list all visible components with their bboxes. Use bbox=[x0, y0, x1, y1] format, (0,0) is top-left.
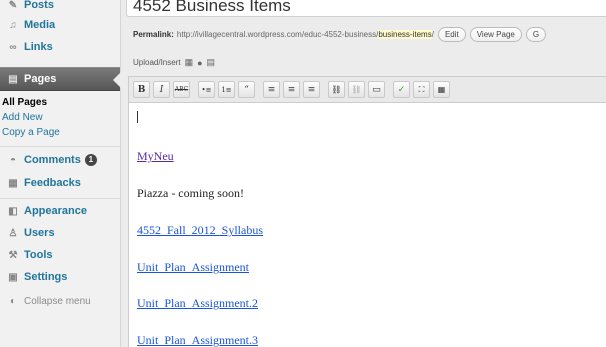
comment-icon: ◓ bbox=[9, 154, 17, 166]
settings-icon: ▣ bbox=[8, 271, 18, 283]
spellcheck-button[interactable]: ✓ bbox=[393, 81, 410, 98]
insert-more-button[interactable]: ▭ bbox=[368, 81, 385, 98]
editor-link-unit-plan-3[interactable]: Unit_Plan_Assignment.3 bbox=[137, 333, 258, 347]
sidebar-item-feedbacks[interactable]: ▦ Feedbacks bbox=[0, 173, 120, 193]
admin-sidebar: ✎ Posts ♫ Media ∞ Links ▤ Pages All Page… bbox=[0, 0, 121, 347]
sidebar-item-pages[interactable]: ▤ Pages bbox=[0, 67, 121, 91]
sidebar-item-users[interactable]: ♙ Users bbox=[0, 223, 120, 243]
italic-button[interactable]: I bbox=[153, 81, 170, 98]
sidebar-item-label: Feedbacks bbox=[24, 177, 81, 189]
sidebar-item-media[interactable]: ♫ Media bbox=[0, 15, 120, 35]
numbered-list-button[interactable]: 1≡ bbox=[218, 81, 235, 98]
permalink-end: / bbox=[431, 30, 434, 39]
pin-icon: ✎ bbox=[8, 0, 18, 11]
sidebar-item-settings[interactable]: ▣ Settings bbox=[0, 267, 120, 287]
sidebar-item-label: Links bbox=[24, 41, 53, 53]
sidebar-item-label: Comments bbox=[24, 154, 81, 166]
permalink-bar: Permalink: http://ivillagecentral.wordpr… bbox=[133, 27, 547, 42]
wordpress-editor-window: ✎ Posts ♫ Media ∞ Links ▤ Pages All Page… bbox=[0, 0, 606, 347]
sidebar-item-links[interactable]: ∞ Links bbox=[0, 37, 120, 57]
permalink-label: Permalink: bbox=[133, 30, 174, 39]
text-cursor bbox=[137, 111, 138, 123]
bullet-list-button[interactable]: •≡ bbox=[198, 81, 215, 98]
blockquote-button[interactable]: “ bbox=[238, 81, 255, 98]
collapse-icon: ◐ bbox=[9, 295, 17, 307]
sidebar-item-tools[interactable]: ⚒ Tools bbox=[0, 245, 120, 265]
upload-insert-label: Upload/Insert bbox=[133, 58, 181, 67]
tools-icon: ⚒ bbox=[8, 249, 18, 261]
sidebar-item-label: Posts bbox=[24, 0, 54, 11]
add-poll-icon[interactable]: ▤ bbox=[207, 57, 216, 68]
permalink-base: http://ivillagecentral.wordpress.com/edu… bbox=[176, 30, 379, 39]
editor-link-syllabus[interactable]: 4552_Fall_2012_Syllabus bbox=[137, 223, 263, 238]
editor-toolbar: B I ABC •≡ 1≡ “ ≡ ≡ ≡ ⛓ ⛓ ▭ ✓ ⛶ ▦ bbox=[128, 76, 606, 102]
sidebar-item-comments[interactable]: ◓ Comments 1 bbox=[0, 150, 120, 170]
sidebar-divider bbox=[0, 146, 120, 147]
sidebar-item-appearance[interactable]: ◧ Appearance bbox=[0, 201, 120, 221]
add-media-icon[interactable]: ● bbox=[197, 58, 202, 68]
post-title-input[interactable]: 4552 Business Items bbox=[126, 0, 606, 17]
users-icon: ♙ bbox=[8, 227, 18, 239]
sidebar-item-label: Appearance bbox=[24, 205, 87, 217]
appearance-icon: ◧ bbox=[8, 205, 18, 217]
bold-button[interactable]: B bbox=[133, 81, 150, 98]
align-right-button[interactable]: ≡ bbox=[303, 81, 320, 98]
pages-icon: ▤ bbox=[8, 73, 18, 85]
subitem-all-pages[interactable]: All Pages bbox=[0, 97, 47, 108]
sidebar-item-label: Users bbox=[24, 227, 55, 239]
unlink-button[interactable]: ⛓ bbox=[348, 81, 365, 98]
fullscreen-button[interactable]: ⛶ bbox=[413, 81, 430, 98]
edit-permalink-button[interactable]: Edit bbox=[437, 27, 466, 42]
add-image-icon[interactable]: ▦ bbox=[185, 57, 194, 68]
editor-link-unit-plan-2[interactable]: Unit_Plan_Assignment.2 bbox=[137, 296, 258, 311]
sidebar-item-label: Tools bbox=[24, 249, 53, 261]
visual-editor-area[interactable]: MyNeu Piazza - coming soon! 4552_Fall_20… bbox=[128, 102, 606, 347]
upload-insert-bar: Upload/Insert ▦ ● ▤ bbox=[133, 57, 215, 68]
sidebar-item-label: Media bbox=[24, 19, 56, 31]
insert-link-button[interactable]: ⛓ bbox=[328, 81, 345, 98]
comment-count-badge: 1 bbox=[84, 154, 97, 166]
sidebar-item-label: Pages bbox=[24, 73, 57, 85]
permalink-slug[interactable]: business-items bbox=[378, 30, 432, 39]
strikethrough-button[interactable]: ABC bbox=[173, 81, 190, 98]
collapse-menu-label: Collapse menu bbox=[24, 295, 91, 307]
editor-link-myneu[interactable]: MyNeu bbox=[137, 149, 174, 164]
editor-link-unit-plan[interactable]: Unit_Plan_Assignment bbox=[137, 260, 249, 275]
sidebar-divider bbox=[0, 198, 120, 199]
collapse-menu-button[interactable]: ◐ Collapse menu bbox=[0, 291, 120, 311]
kitchen-sink-button[interactable]: ▦ bbox=[433, 81, 450, 98]
view-page-button[interactable]: View Page bbox=[469, 27, 522, 42]
feedback-icon: ▦ bbox=[8, 177, 18, 189]
media-icon: ♫ bbox=[9, 19, 17, 31]
get-shortlink-button[interactable]: G bbox=[525, 27, 547, 42]
subitem-copy-page[interactable]: Copy a Page bbox=[0, 127, 60, 138]
editor-text-piazza: Piazza - coming soon! bbox=[137, 186, 244, 200]
align-center-button[interactable]: ≡ bbox=[283, 81, 300, 98]
align-left-button[interactable]: ≡ bbox=[263, 81, 280, 98]
sidebar-item-label: Settings bbox=[24, 271, 68, 283]
subitem-add-new[interactable]: Add New bbox=[0, 112, 43, 123]
sidebar-item-posts[interactable]: ✎ Posts bbox=[0, 0, 120, 15]
link-icon: ∞ bbox=[9, 41, 17, 53]
